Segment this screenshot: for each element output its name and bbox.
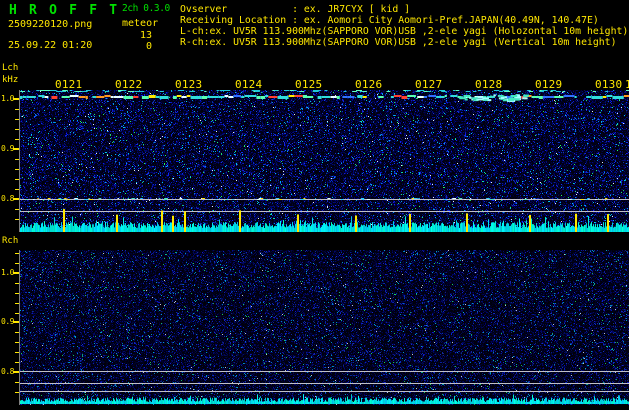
mode-label: meteor bbox=[122, 18, 159, 29]
meteor-count-rch: 0 bbox=[145, 41, 152, 52]
meteor-count-lch: 13 bbox=[139, 30, 152, 41]
hrofft-spectrogram-screen: H R O F F T 2ch 0.3.0 2509220120.png met… bbox=[0, 0, 629, 410]
datetime: 25.09.22 01:20 bbox=[8, 40, 93, 51]
time-axis: 0121 0122 0123 0124 0125 0126 0127 0128 0129 0130… bbox=[0, 78, 629, 91]
observer-line: Ovserver : ex. JR7CYX [ kid ] bbox=[180, 4, 411, 15]
app-version: 2ch 0.3.0 bbox=[122, 3, 170, 14]
rch-spectrogram bbox=[20, 250, 629, 405]
lch-receiver-line: L-ch:ex. UV5R 113.900Mhz(SAPPORO VOR)USB… bbox=[180, 26, 629, 37]
lch-channel-label: Lch bbox=[2, 63, 19, 73]
observer-info-block: Ovserver : ex. JR7CYX [ kid ] Receiving … bbox=[180, 4, 628, 48]
lch-spectrogram bbox=[20, 90, 629, 232]
rch-receiver-line: R-ch:ex. UV5R 113.900Mhz(SAPPORO VOR)USB… bbox=[180, 37, 617, 48]
output-filename: 2509220120.png bbox=[8, 19, 93, 30]
app-title: H R O F F T bbox=[9, 3, 120, 18]
rch-channel-label: Rch bbox=[2, 236, 19, 246]
receiving-location-line: Receiving Location : ex. Aomori City Aom… bbox=[180, 15, 599, 26]
